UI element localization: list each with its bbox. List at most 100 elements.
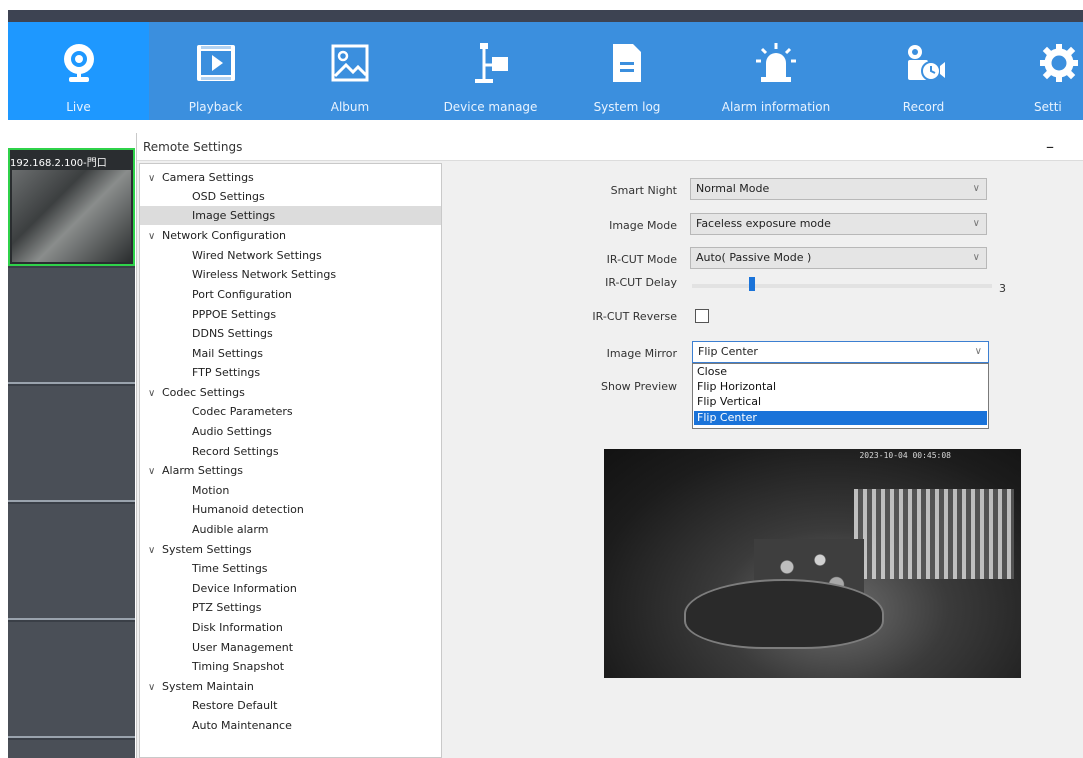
- dropdown-option-flip-center[interactable]: Flip Center: [694, 411, 987, 425]
- tree-item-ptz-settings[interactable]: PTZ Settings: [192, 598, 262, 617]
- gear-icon: [1036, 40, 1082, 86]
- record-camera-icon: [901, 40, 947, 86]
- toolbar-album-button[interactable]: Album: [282, 22, 418, 120]
- dropdown-option-flip-vertical[interactable]: Flip Vertical: [694, 395, 987, 409]
- camera-tile-3[interactable]: [8, 386, 135, 502]
- tree-item-auto-maintenance[interactable]: Auto Maintenance: [192, 716, 292, 735]
- tree-item-time-settings[interactable]: Time Settings: [192, 559, 268, 578]
- chevron-down-icon: ∨: [972, 218, 980, 229]
- smart-night-select[interactable]: Normal Mode ∨: [690, 178, 987, 200]
- tree-item-pppoe-settings[interactable]: PPPOE Settings: [192, 305, 276, 324]
- tree-category-camera-settings[interactable]: ∨ Camera Settings: [148, 168, 254, 187]
- tree-item-disk-information[interactable]: Disk Information: [192, 618, 283, 637]
- chevron-down-icon: ∨: [972, 183, 980, 194]
- toolbar-record-button[interactable]: Record: [861, 22, 986, 120]
- dropdown-option-flip-horizontal[interactable]: Flip Horizontal: [694, 380, 987, 394]
- settings-tree: ∨ Camera Settings OSD Settings Image Sett…: [139, 163, 442, 758]
- tree-item-mail-settings[interactable]: Mail Settings: [192, 344, 263, 363]
- window-title: Remote Settings: [143, 140, 243, 154]
- tree-item-audio-settings[interactable]: Audio Settings: [192, 422, 272, 441]
- toolbar-system-log-label: System log: [593, 100, 661, 114]
- chevron-down-icon: ∨: [148, 682, 156, 693]
- chevron-down-icon: ∨: [148, 545, 156, 556]
- image-mode-label: Image Mode: [609, 219, 677, 232]
- toolbar-live-button[interactable]: Live: [8, 22, 149, 120]
- image-mirror-select[interactable]: Flip Center ∨: [692, 341, 989, 363]
- tree-item-humanoid-detection[interactable]: Humanoid detection: [192, 500, 304, 519]
- tree-category-system-settings[interactable]: ∨ System Settings: [148, 540, 252, 559]
- camera-grid: 192.168.2.100-門口: [8, 148, 135, 758]
- toolbar-record-label: Record: [902, 100, 945, 114]
- toolbar-playback-label: Playback: [188, 100, 243, 114]
- ircut-delay-slider-track[interactable]: [692, 284, 992, 288]
- image-mirror-label: Image Mirror: [606, 347, 677, 360]
- tree-item-device-information[interactable]: Device Information: [192, 579, 297, 598]
- smart-night-label: Smart Night: [610, 184, 677, 197]
- toolbar-device-manage-label: Device manage: [443, 100, 538, 114]
- tree-item-port-configuration[interactable]: Port Configuration: [192, 285, 292, 304]
- smart-night-value: Normal Mode: [696, 182, 770, 195]
- tree-item-audible-alarm[interactable]: Audible alarm: [192, 520, 268, 539]
- chevron-down-icon: ∨: [148, 388, 156, 399]
- tree-category-alarm-settings[interactable]: ∨ Alarm Settings: [148, 461, 243, 480]
- ircut-delay-value: 3: [999, 282, 1006, 295]
- toolbar-settings-label: Setti: [1034, 100, 1062, 114]
- tree-category-codec-settings[interactable]: ∨ Codec Settings: [148, 383, 245, 402]
- tree-item-wired-network-settings[interactable]: Wired Network Settings: [192, 246, 322, 265]
- tree-item-ftp-settings[interactable]: FTP Settings: [192, 363, 260, 382]
- tree-category-label: Network Configuration: [162, 229, 287, 242]
- main-toolbar: Live Playback Album Device manage System…: [8, 22, 1083, 120]
- ircut-mode-select[interactable]: Auto( Passive Mode ) ∨: [690, 247, 987, 269]
- show-preview-label: Show Preview: [601, 380, 677, 393]
- chevron-down-icon: ∨: [148, 466, 156, 477]
- camera-tile-1[interactable]: 192.168.2.100-門口: [8, 148, 135, 266]
- tree-category-label: System Settings: [162, 543, 252, 556]
- tree-category-label: Alarm Settings: [162, 464, 243, 477]
- toolbar-device-manage-button[interactable]: Device manage: [418, 22, 563, 120]
- toolbar-live-label: Live: [66, 100, 91, 114]
- camera-tile-4[interactable]: [8, 504, 135, 620]
- minimize-button[interactable]: –: [1046, 137, 1054, 156]
- ircut-reverse-label: IR-CUT Reverse: [592, 310, 677, 323]
- remote-settings-window: Remote Settings – ∨ Camera Settings OSD S…: [136, 133, 1083, 758]
- ircut-reverse-checkbox[interactable]: [695, 309, 709, 323]
- ircut-delay-slider-thumb[interactable]: [749, 277, 755, 291]
- toolbar-playback-button[interactable]: Playback: [149, 22, 282, 120]
- chevron-down-icon: ∨: [972, 252, 980, 263]
- tree-item-ddns-settings[interactable]: DDNS Settings: [192, 324, 273, 343]
- siren-icon: [753, 40, 799, 86]
- tree-category-label: Codec Settings: [162, 386, 245, 399]
- chevron-down-icon: ∨: [148, 173, 156, 184]
- toolbar-alarm-information-label: Alarm information: [721, 100, 831, 114]
- tree-item-user-management[interactable]: User Management: [192, 638, 293, 657]
- device-network-icon: [468, 40, 514, 86]
- camera-tile-5[interactable]: [8, 622, 135, 738]
- toolbar-system-log-button[interactable]: System log: [563, 22, 691, 120]
- tree-item-motion[interactable]: Motion: [192, 481, 229, 500]
- title-strip: [0, 0, 1083, 22]
- toolbar-album-label: Album: [330, 100, 370, 114]
- tree-item-image-settings[interactable]: Image Settings: [140, 206, 441, 225]
- image-mode-select[interactable]: Faceless exposure mode ∨: [690, 213, 987, 235]
- tree-item-wireless-network-settings[interactable]: Wireless Network Settings: [192, 265, 336, 284]
- camera-tile-6[interactable]: [8, 740, 135, 758]
- film-play-icon: [193, 40, 239, 86]
- preview-timestamp: 2023-10-04 00:45:08: [859, 451, 951, 460]
- tree-item-record-settings[interactable]: Record Settings: [192, 442, 279, 461]
- tree-category-system-maintain[interactable]: ∨ System Maintain: [148, 677, 254, 696]
- toolbar-settings-button[interactable]: Setti: [986, 22, 1083, 120]
- image-icon: [327, 40, 373, 86]
- ircut-delay-label: IR-CUT Delay: [605, 276, 677, 289]
- ircut-mode-value: Auto( Passive Mode ): [696, 251, 812, 264]
- image-mirror-dropdown: Close Flip Horizontal Flip Vertical Flip…: [692, 363, 989, 429]
- tree-category-label: Camera Settings: [162, 171, 254, 184]
- tree-item-codec-parameters[interactable]: Codec Parameters: [192, 402, 293, 421]
- ircut-mode-label: IR-CUT Mode: [606, 253, 677, 266]
- tree-item-restore-default[interactable]: Restore Default: [192, 696, 277, 715]
- tree-item-osd-settings[interactable]: OSD Settings: [192, 187, 265, 206]
- camera-tile-2[interactable]: [8, 268, 135, 384]
- dropdown-option-close[interactable]: Close: [694, 365, 987, 379]
- tree-category-network-configuration[interactable]: ∨ Network Configuration: [148, 226, 286, 245]
- tree-item-timing-snapshot[interactable]: Timing Snapshot: [192, 657, 284, 676]
- toolbar-alarm-information-button[interactable]: Alarm information: [691, 22, 861, 120]
